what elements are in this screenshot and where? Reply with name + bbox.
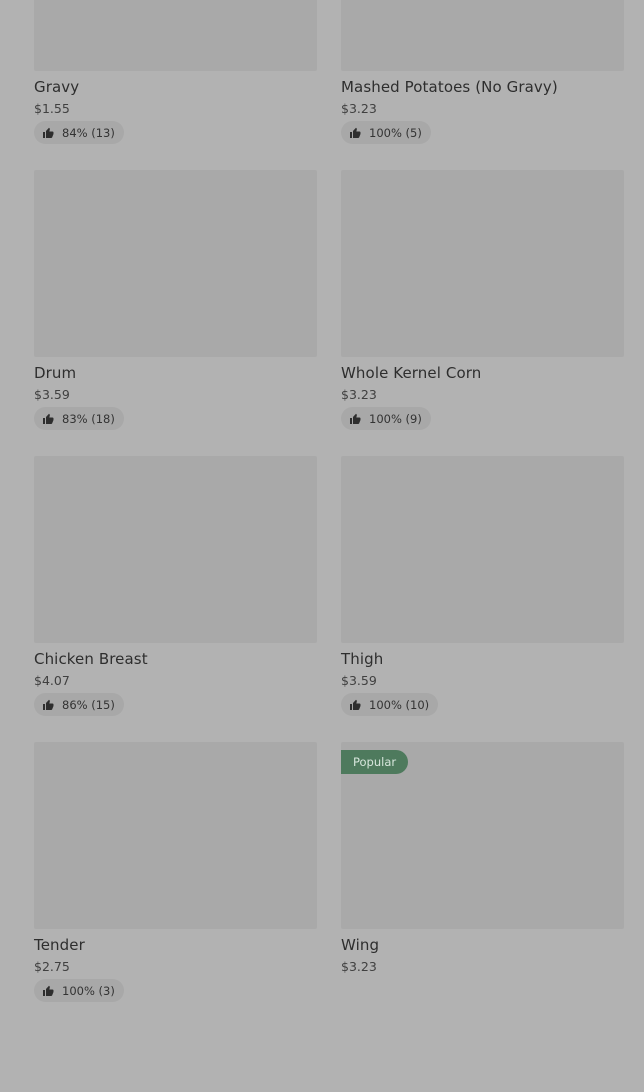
item-name: Drum [34,364,77,382]
rating-pill: 100% (3) [34,979,124,1002]
rating-pill: 100% (10) [341,693,439,716]
item-price: $4.07 [34,673,70,688]
item-name: Mashed Potatoes (No Gravy) [341,78,558,96]
item-image[interactable] [34,0,317,71]
rating-text: 83% (18) [62,411,115,426]
thumbs-up-icon [350,413,361,424]
item-name: Chicken Breast [34,650,148,668]
menu-item-card[interactable]: Tender $2.75 100% (3) [34,742,317,1028]
rating-pill: 100% (5) [341,121,431,144]
item-price: $1.55 [34,101,70,116]
menu-item-card[interactable]: Gravy $1.55 84% (13) [34,0,317,170]
item-image[interactable] [34,456,317,643]
thumbs-up-icon [350,127,361,138]
thumbs-up-icon [350,699,361,710]
rating-pill: 84% (13) [34,121,124,144]
item-image[interactable] [341,456,624,643]
item-price: $3.59 [34,387,70,402]
rating-pill: 100% (9) [341,407,431,430]
menu-item-card[interactable]: Thigh $3.59 100% (10) [341,456,624,742]
thumbs-up-icon [43,413,54,424]
item-image[interactable] [34,170,317,357]
item-price: $3.23 [341,387,377,402]
rating-text: 86% (15) [62,697,115,712]
item-image[interactable] [34,742,317,929]
rating-text: 100% (9) [369,411,422,426]
item-image[interactable] [341,0,624,71]
menu-item-card[interactable]: Chicken Breast $4.07 86% (15) [34,456,317,742]
item-name: Whole Kernel Corn [341,364,482,382]
thumbs-up-icon [43,127,54,138]
popular-badge: Popular [341,750,409,774]
item-price: $3.59 [341,673,377,688]
menu-grid: Gravy $1.55 84% (13) Mashed Potatoes (No… [34,0,624,1028]
item-image[interactable] [341,170,624,357]
rating-text: 100% (3) [62,983,115,998]
rating-text: 100% (5) [369,125,422,140]
item-name: Gravy [34,78,80,96]
item-price: $2.75 [34,959,70,974]
rating-pill: 86% (15) [34,693,124,716]
item-image[interactable]: Popular [341,742,624,929]
item-price: $3.23 [341,959,377,974]
rating-text: 100% (10) [369,697,430,712]
menu-item-card[interactable]: Popular Wing $3.23 [341,742,624,1028]
item-name: Tender [34,936,85,954]
item-name: Thigh [341,650,384,668]
rating-pill: 83% (18) [34,407,124,430]
thumbs-up-icon [43,985,54,996]
menu-item-card[interactable]: Drum $3.59 83% (18) [34,170,317,456]
rating-text: 84% (13) [62,125,115,140]
menu-item-card[interactable]: Mashed Potatoes (No Gravy) $3.23 100% (5… [341,0,624,170]
menu-item-card[interactable]: Whole Kernel Corn $3.23 100% (9) [341,170,624,456]
item-name: Wing [341,936,380,954]
item-price: $3.23 [341,101,377,116]
thumbs-up-icon [43,699,54,710]
